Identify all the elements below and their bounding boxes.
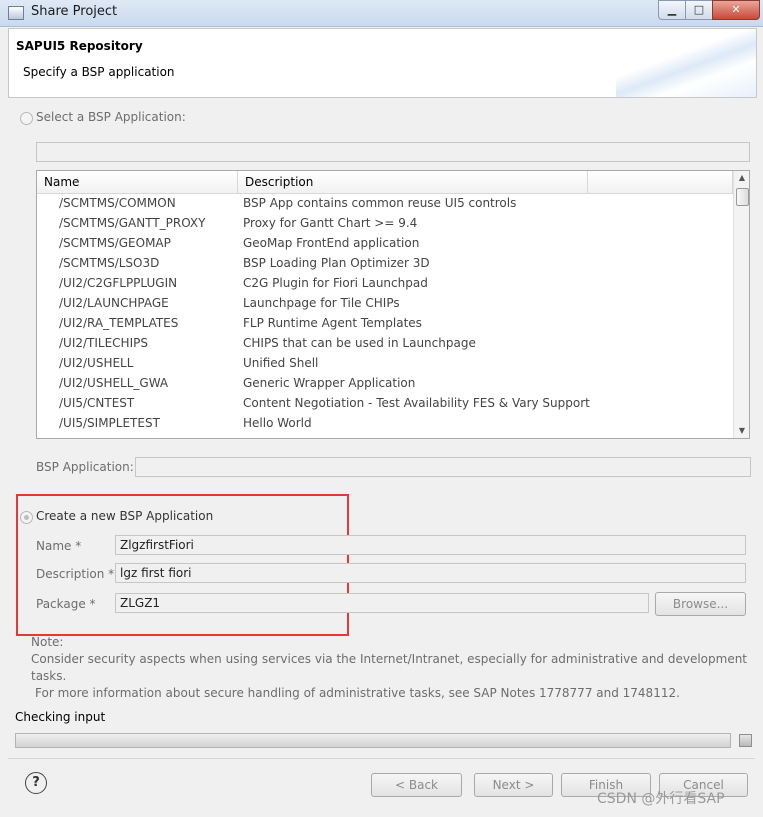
table-row[interactable]: /SCMTMS/COMMON BSP App contains common re…: [37, 193, 733, 213]
table-vertical-scrollbar[interactable]: ▲ ▼: [733, 171, 749, 438]
page-title: SAPUI5 Repository: [16, 39, 143, 53]
scroll-up-arrow-icon[interactable]: ▲: [734, 171, 749, 185]
cell-name: /UI5/SIMPLETEST: [59, 416, 160, 430]
select-bsp-label: Select a BSP Application:: [36, 110, 186, 124]
page-subtitle: Specify a BSP application: [23, 65, 175, 79]
minimize-icon: ▁: [667, 3, 677, 16]
cell-name: /UI2/RA_TEMPLATES: [59, 316, 179, 330]
bsp-filter-input[interactable]: [36, 142, 750, 162]
cell-description: BSP Loading Plan Optimizer 3D: [243, 256, 430, 270]
column-header-name[interactable]: Name: [37, 171, 238, 193]
table-body: /SCMTMS/COMMON BSP App contains common re…: [37, 193, 733, 433]
stop-icon[interactable]: [739, 734, 752, 747]
package-input[interactable]: ZLGZ1: [115, 593, 649, 613]
browse-button[interactable]: Browse...: [655, 592, 746, 616]
table-row[interactable]: /SCMTMS/GANTT_PROXY Proxy for Gantt Chart…: [37, 213, 733, 233]
table-row[interactable]: /UI2/LAUNCHPAGE Launchpage for Tile CHIPs: [37, 293, 733, 313]
table-row[interactable]: /UI2/C2GFLPPLUGIN C2G Plugin for Fiori La…: [37, 273, 733, 293]
title-bar: Share Project ▁ □ ✕: [0, 0, 763, 27]
cell-name: /UI2/USHELL: [59, 356, 134, 370]
description-label: Description *: [36, 567, 115, 581]
cell-name: /SCMTMS/GANTT_PROXY: [59, 216, 206, 230]
maximize-icon: □: [693, 3, 705, 16]
cell-description: FLP Runtime Agent Templates: [243, 316, 422, 330]
cell-description: Launchpage for Tile CHIPs: [243, 296, 400, 310]
column-header-filler: [588, 171, 733, 193]
bsp-application-label: BSP Application:: [36, 460, 134, 474]
maximize-button[interactable]: □: [685, 0, 713, 20]
bsp-application-input[interactable]: [135, 457, 751, 477]
status-message: Checking input: [15, 710, 106, 724]
cell-description: C2G Plugin for Fiori Launchpad: [243, 276, 428, 290]
close-button[interactable]: ✕: [712, 0, 760, 20]
cell-description: BSP App contains common reuse UI5 contro…: [243, 196, 517, 210]
cell-description: CHIPS that can be used in Launchpage: [243, 336, 476, 350]
cell-name: /UI2/C2GFLPPLUGIN: [59, 276, 178, 290]
table-row[interactable]: /UI2/USHELL Unified Shell: [37, 353, 733, 373]
note-line-2: For more information about secure handli…: [35, 686, 680, 700]
bsp-application-table[interactable]: Name Description /SCMTMS/COMMON BSP App c…: [36, 170, 750, 439]
cell-description: Generic Wrapper Application: [243, 376, 416, 390]
cell-name: /UI2/USHELL_GWA: [59, 376, 169, 390]
cell-name: /UI2/TILECHIPS: [59, 336, 148, 350]
name-input[interactable]: ZlgzfirstFiori: [115, 535, 746, 555]
cell-description: GeoMap FrontEnd application: [243, 236, 420, 250]
cell-description: Proxy for Gantt Chart >= 9.4: [243, 216, 418, 230]
table-row[interactable]: /UI2/USHELL_GWA Generic Wrapper Applicati…: [37, 373, 733, 393]
package-label: Package *: [36, 597, 96, 611]
create-bsp-label: Create a new BSP Application: [36, 509, 214, 523]
cell-name: /SCMTMS/LSO3D: [59, 256, 160, 270]
app-window-icon: [8, 6, 24, 20]
table-row[interactable]: /UI2/RA_TEMPLATES FLP Runtime Agent Templ…: [37, 313, 733, 333]
cell-name: /SCMTMS/COMMON: [59, 196, 176, 210]
create-bsp-radio[interactable]: [20, 511, 33, 524]
column-header-description[interactable]: Description: [238, 171, 588, 193]
table-row[interactable]: /SCMTMS/LSO3D BSP Loading Plan Optimizer …: [37, 253, 733, 273]
watermark-text: CSDN @外行看SAP: [597, 791, 725, 807]
back-button[interactable]: < Back: [371, 773, 462, 797]
progress-bar: [15, 733, 731, 748]
table-row[interactable]: /UI5/SIMPLETEST Hello World: [37, 413, 733, 433]
cell-name: /UI5/CNTEST: [59, 396, 135, 410]
window-title: Share Project: [31, 4, 118, 19]
close-icon: ✕: [731, 3, 741, 16]
cell-description: Content Negotiation - Test Availability …: [243, 396, 590, 410]
header-banner-graphic: [616, 29, 756, 97]
note-label: Note:: [31, 635, 64, 649]
table-row[interactable]: /UI2/TILECHIPS CHIPS that can be used in …: [37, 333, 733, 353]
description-input[interactable]: lgz first fiori: [115, 563, 746, 583]
next-button[interactable]: Next >: [474, 773, 553, 797]
help-icon[interactable]: ?: [25, 772, 47, 794]
table-row[interactable]: /UI5/CNTEST Content Negotiation - Test Av…: [37, 393, 733, 413]
cell-description: Unified Shell: [243, 356, 319, 370]
cell-name: /SCMTMS/GEOMAP: [59, 236, 171, 250]
scrollbar-thumb[interactable]: [736, 188, 749, 206]
cell-name: /UI2/LAUNCHPAGE: [59, 296, 169, 310]
cell-description: Hello World: [243, 416, 312, 430]
select-bsp-radio[interactable]: [20, 112, 33, 125]
security-note: Note: Consider security aspects when usi…: [31, 634, 756, 702]
table-row[interactable]: /SCMTMS/GEOMAP GeoMap FrontEnd applicatio…: [37, 233, 733, 253]
scroll-down-arrow-icon[interactable]: ▼: [734, 424, 749, 438]
table-header: Name Description: [37, 171, 733, 194]
note-line-1: Consider security aspects when using ser…: [31, 652, 748, 683]
footer-separator: [8, 758, 755, 759]
minimize-button[interactable]: ▁: [658, 0, 686, 20]
wizard-header: SAPUI5 Repository Specify a BSP applicat…: [8, 28, 757, 98]
name-label: Name *: [36, 539, 82, 553]
